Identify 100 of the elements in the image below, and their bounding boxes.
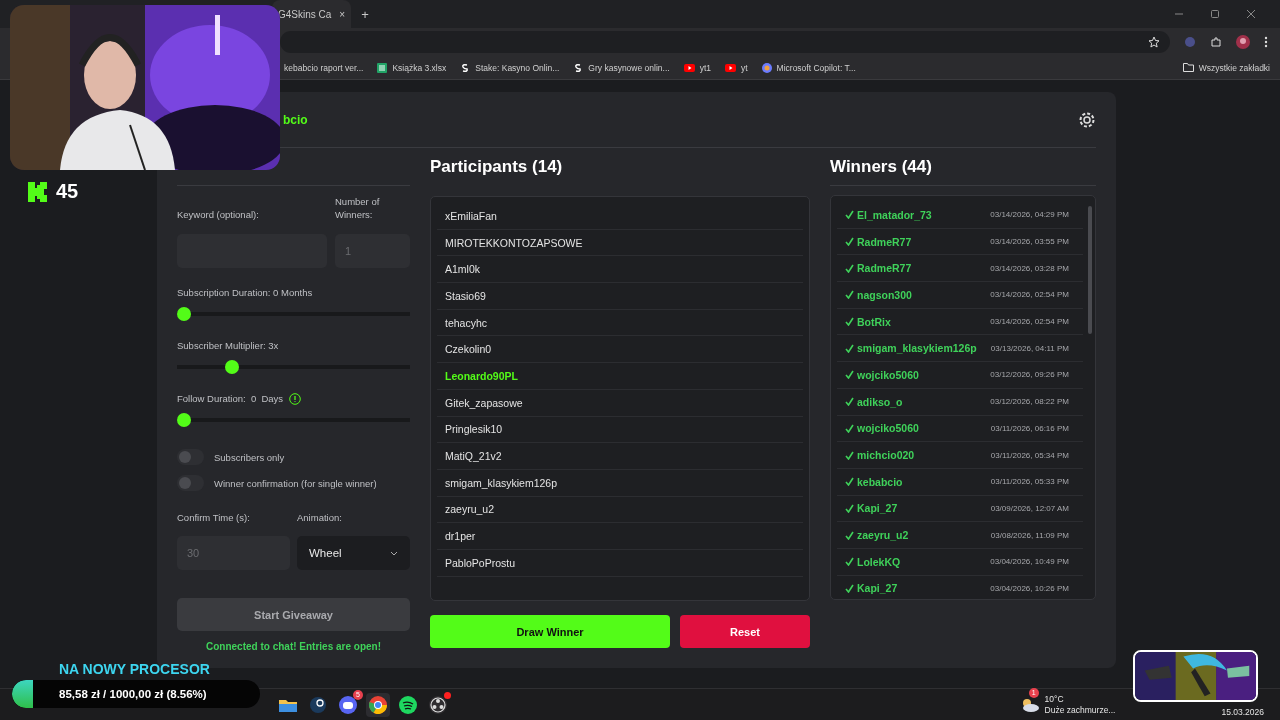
participant-name: dr1per [437,523,803,550]
bookmark[interactable]: Microsoft Copilot: T... [761,62,856,73]
win-time: 03/12/2026, 08:22 PM [990,397,1069,407]
animation-select[interactable]: Wheel [297,536,410,570]
reset-button[interactable]: Reset [680,615,810,648]
win-time: 03/11/2026, 06:16 PM [990,423,1069,433]
browser-tab[interactable]: G4Skins Ca × [272,0,352,28]
toggle-switch[interactable] [177,475,204,491]
check-icon [845,290,854,300]
winners-field[interactable]: 1 [335,234,410,268]
video-icon [683,63,695,72]
slider-label: Subscription Duration: 0 Months [177,286,313,299]
menu-icon[interactable] [1264,36,1268,48]
new-tab-button[interactable]: + [361,6,369,22]
check-icon [845,370,854,380]
channel-name: bcio [283,112,308,127]
slider-thumb[interactable] [225,360,240,374]
winner-name: nagson300 [845,288,912,301]
stake-icon [573,62,584,73]
participant-name: A1ml0k [437,256,803,284]
participant-name: smigam_klasykiem126p [437,469,803,497]
winner-name: zaeyru_u2 [845,529,909,542]
settings-icon[interactable] [1078,110,1096,129]
participant-name: PabloPoProstu [437,549,803,577]
taskbar-app[interactable] [366,692,390,717]
winner-name: RadmeR77 [845,235,912,248]
win-time: 03/14/2026, 02:54 PM [990,290,1069,300]
check-icon [845,397,854,407]
field-label: Keyword (optional): [177,208,259,221]
toggle-switch[interactable] [177,449,204,465]
check-icon [845,477,854,487]
check-icon [845,317,854,327]
start-giveaway-button[interactable]: Start Giveaway [177,598,410,631]
participant-name: xEmiliaFan [437,203,803,230]
participant-name: zaeyru_u2 [437,496,803,524]
taskbar-app[interactable] [426,692,450,717]
participant-name: Czekolin0 [437,336,803,364]
confirm-time-field[interactable]: 30 [177,536,290,570]
winner-name: RadmeR77 [845,262,912,275]
participant-name: tehacyhc [437,309,803,337]
check-icon [845,530,854,540]
status-message: Connected to chat! Entries are open! [205,641,382,652]
winner-name: kebabcio [845,475,903,488]
check-icon [845,210,854,220]
music-app-icon [399,695,417,714]
draw-winner-button[interactable]: Draw Winner [430,615,670,648]
close-icon[interactable] [1246,9,1256,19]
tab-title: G4Skins Ca [278,8,332,20]
winner-name: smigam_klasykiem126p [845,342,977,355]
win-time: 03/04/2026, 10:49 PM [990,557,1069,567]
field-label: Number of Winners: [335,195,381,221]
check-icon [845,237,854,247]
winner-name: michcio020 [845,449,915,462]
winner-name: BotRix [845,315,891,328]
viewer-count: 45 [56,180,79,203]
check-icon [845,450,854,460]
goal-title: NA NOWY PROCESOR [59,661,211,677]
bookmark[interactable]: Książka 3.xlsx [377,62,447,73]
restore-icon[interactable] [1210,9,1220,19]
bookmark[interactable]: Stake: Kasyno Onlin... [460,62,560,73]
close-tab-button[interactable]: × [339,8,346,20]
copilot-icon [761,62,772,73]
win-time: 03/14/2026, 03:55 PM [990,237,1069,247]
bookmark[interactable]: yt [724,62,748,73]
win-time: 03/14/2026, 04:29 PM [990,210,1069,220]
bookmark[interactable]: yt1 [683,62,711,73]
temperature: 10°C [1044,693,1065,705]
winner-name: wojciko5060 [845,422,919,435]
check-icon [845,503,854,513]
participant-name: Stasio69 [437,283,803,310]
info-icon[interactable] [289,392,302,405]
win-time: 03/09/2026, 12:07 AM [990,503,1069,513]
all-bookmarks[interactable]: Wszystkie zakładki [1182,62,1270,73]
chevron-icon [390,550,398,556]
video-icon [724,63,736,72]
participant-name: Leonardo90PL [437,363,803,390]
slider-thumb[interactable] [177,413,191,427]
participant-name: Gitek_zapasowe [437,389,803,417]
toggle-label: Subscribers only [214,450,285,464]
winner-name: Kapi_27 [845,502,898,515]
bookmark[interactable]: Gry kasynowe onlin... [573,62,670,73]
spreadsheet-icon [377,62,388,73]
winner-name: adikso_o [845,395,903,408]
field-label: Confirm Time (s): [177,511,250,524]
folder-icon [1182,63,1194,72]
check-icon [845,263,854,273]
win-time: 03/04/2026, 10:26 PM [990,583,1069,593]
winner-name: El_matador_73 [845,208,932,221]
win-time: 03/14/2026, 02:54 PM [990,317,1069,327]
slider-label: Subscriber Multiplier: 3x [177,339,279,352]
goal-amount: 85,58 zł / 1000,00 zł (8.56%) [59,688,207,700]
win-time: 03/08/2026, 11:09 PM [990,530,1069,540]
bookmark[interactable]: kebabcio raport ver... [284,62,364,73]
win-time: 03/11/2026, 05:33 PM [990,477,1069,487]
participants-heading: Participants (14) [430,156,564,178]
chat-app-icon [339,695,357,714]
folder-icon [279,697,297,712]
slider-thumb[interactable] [177,307,191,321]
star-icon[interactable] [1148,36,1160,48]
avatar-icon[interactable] [1236,35,1250,49]
